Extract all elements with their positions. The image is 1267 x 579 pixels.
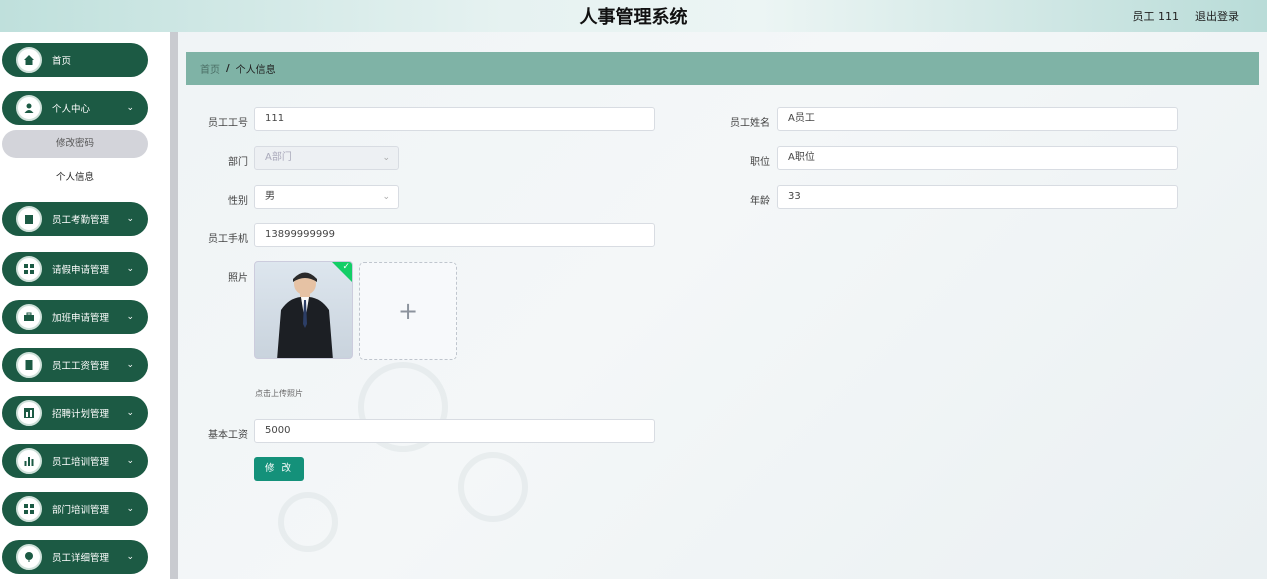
phone-label: 员工手机	[208, 234, 248, 245]
breadcrumb-current: 个人信息	[235, 65, 276, 76]
upload-photo-button[interactable]: +	[359, 262, 457, 360]
breadcrumb: 首页 / 个人信息	[186, 52, 1259, 85]
plus-icon: +	[397, 297, 419, 325]
salary-label: 基本工资	[208, 430, 248, 441]
name-field[interactable]: A员工	[777, 107, 1178, 131]
chevron-down-icon: ⌄	[126, 214, 134, 224]
sidebar-item-overtime[interactable]: 加班申请管理 ⌄	[2, 300, 148, 334]
chart-icon	[16, 400, 42, 426]
check-icon: ✓	[342, 262, 350, 272]
submit-button[interactable]: 修 改	[254, 457, 304, 481]
position-label: 职位	[750, 157, 770, 168]
gender-select-value: 男	[265, 191, 275, 202]
home-icon	[16, 47, 42, 73]
sidebar-item-label: 加班申请管理	[52, 313, 110, 324]
sidebar-subitem-personal-info[interactable]: 个人信息	[2, 164, 148, 192]
sidebar-item-dept-training[interactable]: 部门培训管理 ⌄	[2, 492, 148, 526]
photo-label: 照片	[228, 273, 248, 284]
app-header: 人事管理系统 员工 111 退出登录	[0, 0, 1267, 32]
chevron-down-icon: ⌄	[126, 264, 134, 274]
salary-field[interactable]: 5000	[254, 419, 655, 443]
sidebar-item-home[interactable]: 首页	[2, 43, 148, 77]
emp-no-label: 员工工号	[208, 118, 248, 129]
phone-field[interactable]: 13899999999	[254, 223, 655, 247]
clipboard-icon	[16, 206, 42, 232]
current-user: 员工 111	[1132, 10, 1180, 23]
main-content: 首页 / 个人信息 员工工号 111 员工姓名 A员工 部门 A部门 ⌄ 职位 …	[178, 32, 1267, 579]
sidebar-item-recruitment[interactable]: 招聘计划管理 ⌄	[2, 396, 148, 430]
chevron-down-icon: ⌄	[382, 153, 390, 163]
emp-no-field[interactable]: 111	[254, 107, 655, 131]
dept-select[interactable]: A部门 ⌄	[254, 146, 399, 170]
chevron-down-icon: ⌄	[126, 103, 134, 113]
sidebar-item-label: 员工考勤管理	[52, 215, 110, 226]
gender-label: 性别	[228, 196, 248, 207]
chevron-down-icon: ⌄	[126, 504, 134, 514]
grid-icon	[16, 256, 42, 282]
photo-thumbnail[interactable]: ✓	[254, 261, 353, 359]
logout-link[interactable]: 退出登录	[1195, 8, 1239, 24]
chevron-down-icon: ⌄	[126, 312, 134, 322]
app-title: 人事管理系统	[579, 7, 688, 28]
balloon-icon	[16, 544, 42, 570]
background-decoration	[278, 492, 338, 552]
document-icon	[16, 352, 42, 378]
briefcase-icon	[16, 304, 42, 330]
sidebar-item-leave[interactable]: 请假申请管理 ⌄	[2, 252, 148, 286]
sidebar: 首页 个人中心 ⌄ 修改密码 个人信息 员工考勤管理 ⌄ 请假申请管理 ⌄ 加班…	[0, 32, 170, 579]
dept-select-value: A部门	[265, 152, 292, 163]
chevron-down-icon: ⌄	[126, 456, 134, 466]
dept-label: 部门	[228, 157, 248, 168]
bar-chart-icon	[16, 448, 42, 474]
breadcrumb-separator: /	[226, 63, 230, 74]
sidebar-item-employee-training[interactable]: 员工培训管理 ⌄	[2, 444, 148, 478]
sidebar-subitem-change-password[interactable]: 修改密码	[2, 130, 148, 158]
sidebar-item-label: 部门培训管理	[52, 505, 110, 516]
sidebar-item-label: 个人中心	[52, 104, 91, 115]
sidebar-item-label: 招聘计划管理	[52, 409, 110, 420]
sidebar-item-salary[interactable]: 员工工资管理 ⌄	[2, 348, 148, 382]
gender-select[interactable]: 男 ⌄	[254, 185, 399, 209]
sidebar-item-label: 员工详细管理	[52, 553, 110, 564]
sidebar-item-personal-center[interactable]: 个人中心 ⌄	[2, 91, 148, 125]
sidebar-item-label: 员工工资管理	[52, 361, 110, 372]
grid-icon	[16, 496, 42, 522]
user-icon	[16, 95, 42, 121]
sidebar-scrollbar[interactable]	[170, 32, 178, 579]
sidebar-item-label: 员工培训管理	[52, 457, 110, 468]
sidebar-item-attendance[interactable]: 员工考勤管理 ⌄	[2, 202, 148, 236]
age-field[interactable]: 33	[777, 185, 1178, 209]
chevron-down-icon: ⌄	[126, 360, 134, 370]
sidebar-item-label: 首页	[52, 56, 72, 67]
sidebar-item-employee-details[interactable]: 员工详细管理 ⌄	[2, 540, 148, 574]
upload-tip: 点击上传照片	[255, 389, 303, 398]
breadcrumb-home[interactable]: 首页	[200, 61, 220, 76]
age-label: 年龄	[750, 196, 770, 207]
chevron-down-icon: ⌄	[126, 552, 134, 562]
position-field[interactable]: A职位	[777, 146, 1178, 170]
chevron-down-icon: ⌄	[382, 192, 390, 202]
chevron-down-icon: ⌄	[126, 408, 134, 418]
background-decoration	[458, 452, 528, 522]
sidebar-item-label: 请假申请管理	[52, 265, 110, 276]
name-label: 员工姓名	[730, 118, 770, 129]
